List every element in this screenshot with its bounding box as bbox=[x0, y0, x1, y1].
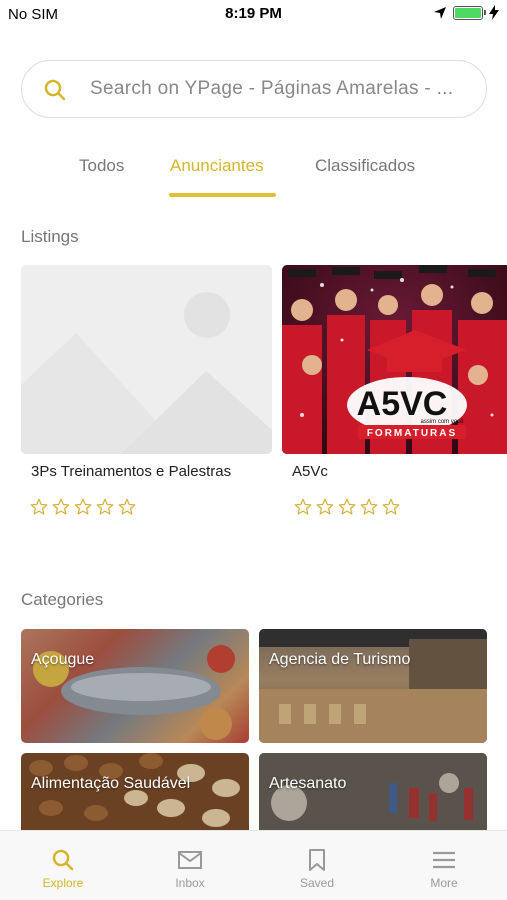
status-bar: No SIM 8:19 PM bbox=[0, 0, 507, 28]
category-image-meat-fish bbox=[21, 629, 249, 743]
category-label: Agencia de Turismo bbox=[269, 651, 411, 668]
category-card-acougue[interactable]: Açougue bbox=[21, 629, 249, 743]
category-label: Açougue bbox=[31, 651, 95, 668]
battery-level-fill bbox=[455, 7, 481, 18]
star-outline-icon bbox=[338, 498, 356, 515]
category-label: Alimentação Saudável bbox=[31, 775, 191, 792]
logo-tagline: assim com você bbox=[420, 419, 464, 425]
listing-name: 3Ps Treinamentos e Palestras bbox=[31, 463, 232, 480]
rating-stars bbox=[30, 498, 136, 516]
nav-inbox[interactable]: Inbox bbox=[127, 831, 253, 900]
tab-anunciantes[interactable]: Anunciantes bbox=[170, 156, 264, 176]
search-input-placeholder[interactable]: Search on YPage - Páginas Amarelas - ... bbox=[90, 78, 453, 100]
category-label: Artesanato bbox=[269, 775, 347, 792]
star-outline-icon bbox=[382, 498, 400, 515]
rating-stars bbox=[294, 498, 400, 516]
placeholder-image bbox=[21, 265, 272, 454]
bottom-navigation: Explore Inbox Saved More bbox=[0, 830, 507, 900]
tab-todos[interactable]: Todos bbox=[79, 156, 124, 176]
active-tab-indicator bbox=[169, 193, 276, 197]
tab-bar: Todos Anunciantes Classificados bbox=[0, 150, 507, 198]
location-arrow-icon bbox=[434, 6, 446, 19]
star-outline-icon bbox=[96, 498, 114, 515]
search-bar[interactable]: Search on YPage - Páginas Amarelas - ... bbox=[21, 60, 487, 118]
menu-icon bbox=[433, 851, 455, 869]
logo-banner: FORMATURAS bbox=[367, 428, 457, 439]
nav-more[interactable]: More bbox=[381, 831, 507, 900]
star-outline-icon bbox=[118, 498, 136, 515]
listing-card[interactable]: A5VC assim com você FORMATURAS A5Vc bbox=[282, 265, 507, 515]
tab-classificados[interactable]: Classificados bbox=[315, 156, 415, 176]
charging-bolt-icon bbox=[489, 5, 499, 20]
star-outline-icon bbox=[52, 498, 70, 515]
star-outline-icon bbox=[360, 498, 378, 515]
nav-saved[interactable]: Saved bbox=[254, 831, 380, 900]
listings-section-title: Listings bbox=[21, 227, 79, 246]
star-outline-icon bbox=[316, 498, 334, 515]
star-outline-icon bbox=[294, 498, 312, 515]
graduation-photo: A5VC assim com você FORMATURAS bbox=[282, 265, 507, 454]
category-card-agencia-de-turismo[interactable]: Agencia de Turismo bbox=[259, 629, 487, 743]
search-icon bbox=[44, 79, 66, 101]
nav-label: More bbox=[430, 876, 458, 890]
nav-label: Explore bbox=[42, 876, 84, 890]
nav-explore[interactable]: Explore bbox=[0, 831, 126, 900]
search-icon bbox=[52, 849, 74, 871]
star-outline-icon bbox=[74, 498, 92, 515]
category-card-artesanato[interactable]: Artesanato bbox=[259, 753, 487, 830]
nav-label: Saved bbox=[299, 876, 335, 890]
nav-label: Inbox bbox=[175, 876, 205, 890]
listing-name: A5Vc bbox=[292, 463, 328, 480]
status-icons bbox=[433, 5, 499, 20]
logo-text: A5VC bbox=[357, 385, 448, 423]
status-time: 8:19 PM bbox=[225, 5, 282, 22]
bookmark-icon bbox=[309, 849, 325, 871]
battery-icon bbox=[453, 5, 486, 20]
category-card-alimentacao-saudavel[interactable]: Alimentação Saudável bbox=[21, 753, 249, 830]
category-image-hotel bbox=[259, 629, 487, 743]
star-outline-icon bbox=[30, 498, 48, 515]
listing-card[interactable]: 3Ps Treinamentos e Palestras bbox=[21, 265, 272, 515]
graduation-photo-art: A5VC assim com você FORMATURAS bbox=[282, 265, 507, 454]
image-placeholder-icon bbox=[21, 265, 272, 454]
envelope-icon bbox=[178, 851, 202, 869]
categories-section-title: Categories bbox=[21, 590, 104, 609]
